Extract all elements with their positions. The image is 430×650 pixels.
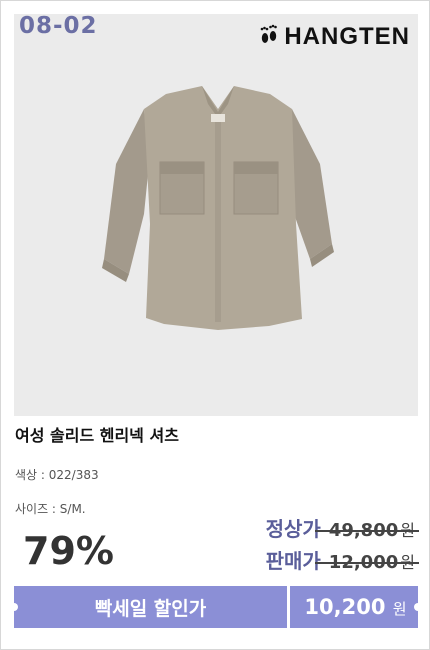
product-image[interactable]: 08-02 HANGTEN — [14, 14, 418, 416]
banner-divider — [287, 586, 290, 628]
discount-rate: 79% — [23, 529, 114, 573]
product-card[interactable]: 08-02 HANGTEN 여성 솔리드 헨리넥 셔츠 색상: 022/383… — [0, 0, 430, 650]
size-info: 사이즈 : S/M. — [15, 502, 86, 516]
final-price-currency: 원 — [392, 600, 407, 618]
sale-price-row: 판매가 12,000 원 — [265, 545, 420, 574]
regular-price-value: 49,800 — [328, 520, 399, 541]
banner-right-notch — [414, 603, 422, 611]
final-price: 10,200 원 — [287, 595, 418, 619]
sale-price-currency: 원 — [400, 553, 415, 572]
sale-price-value: 12,000 — [328, 552, 399, 573]
product-title[interactable]: 여성 솔리드 헨리넥 셔츠 — [15, 422, 179, 446]
sale-price-label: 판매가 — [265, 549, 321, 573]
event-label: 빡세일 할인가 — [94, 597, 207, 620]
regular-price-label: 정상가 — [265, 517, 321, 541]
banner-left-notch — [10, 603, 18, 611]
event-price-banner[interactable]: 빡세일 할인가 10,200 원 — [14, 586, 418, 628]
sale-price: 12,000 원 — [314, 549, 420, 573]
final-price-value: 10,200 — [304, 595, 386, 619]
regular-price: 49,800 원 — [314, 517, 420, 541]
regular-price-row: 정상가 49,800 원 — [265, 513, 420, 542]
shirt-illustration — [102, 86, 334, 330]
color-info: 색상 : 022/383 — [15, 468, 99, 482]
regular-price-currency: 원 — [400, 521, 415, 540]
